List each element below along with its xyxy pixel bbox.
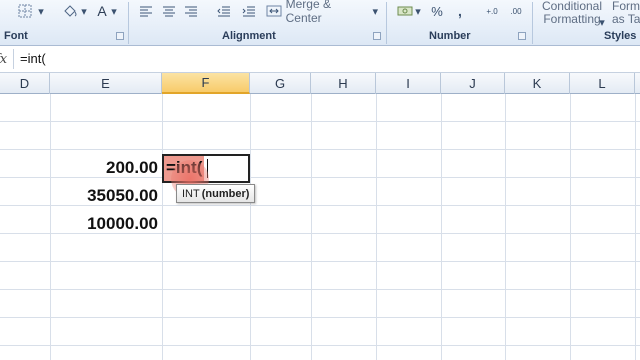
separator — [128, 2, 129, 44]
align-left-icon — [140, 6, 152, 17]
separator — [386, 2, 387, 44]
borders-dropdown-icon[interactable]: ▾ — [37, 3, 45, 19]
column-header-k[interactable]: K — [505, 73, 570, 94]
increase-indent-icon — [242, 6, 255, 17]
increase-indent-button[interactable] — [240, 3, 258, 19]
column-header-g[interactable]: G — [250, 73, 311, 94]
function-argument-tooltip: INT (number) — [176, 184, 256, 203]
column-header-h[interactable]: H — [311, 73, 376, 94]
align-right-icon — [185, 6, 197, 17]
fill-color-dropdown-icon[interactable]: ▾ — [80, 3, 88, 19]
tooltip-argument: (number) — [201, 187, 250, 200]
increase-decimal-button[interactable]: +.0 — [481, 3, 503, 19]
gridline — [376, 94, 377, 360]
align-left-button[interactable] — [137, 3, 155, 19]
number-dialog-launcher[interactable] — [518, 32, 526, 40]
font-dialog-launcher[interactable] — [116, 32, 124, 40]
column-header-j[interactable]: J — [441, 73, 505, 94]
currency-icon — [397, 6, 413, 16]
alignment-group-label: Alignment — [222, 30, 276, 42]
cell-e-35050[interactable]: 35050.00 — [50, 186, 158, 206]
borders-button[interactable] — [14, 3, 36, 19]
comma-style-button[interactable]: , — [455, 3, 465, 19]
cell-e-200[interactable]: 200.00 — [50, 158, 158, 178]
font-group-label: Font — [4, 30, 28, 42]
column-header-row: D E F G H I J K L — [0, 73, 640, 94]
font-color-dropdown-icon[interactable]: ▾ — [110, 3, 118, 19]
number-group-label: Number — [429, 30, 471, 42]
conditional-formatting-dropdown-icon[interactable]: ▾ — [598, 14, 606, 30]
column-header-d[interactable]: D — [0, 73, 50, 94]
decrease-indent-icon — [217, 6, 230, 17]
column-header-i[interactable]: I — [376, 73, 441, 94]
tooltip-function-name[interactable]: INT — [182, 188, 200, 200]
gridline — [441, 94, 442, 360]
decrease-indent-button[interactable] — [215, 3, 233, 19]
formula-input[interactable]: =int( — [20, 51, 46, 66]
cell-e-10000[interactable]: 10000.00 — [50, 214, 158, 234]
column-header-e[interactable]: E — [50, 73, 162, 94]
accounting-dropdown-icon[interactable]: ▾ — [414, 3, 422, 19]
gridline — [311, 94, 312, 360]
separator — [13, 49, 14, 69]
alignment-dialog-launcher[interactable] — [373, 32, 381, 40]
align-center-icon — [163, 6, 175, 17]
column-header-l[interactable]: L — [570, 73, 635, 94]
gridline — [162, 94, 163, 360]
borders-icon — [18, 4, 32, 18]
conditional-formatting-line2: Formatting — [543, 12, 601, 26]
column-header-f[interactable]: F — [162, 73, 250, 94]
formula-bar: fx =int( — [0, 46, 640, 73]
gridline — [250, 94, 251, 360]
conditional-formatting-button[interactable]: Conditional Formatting — [540, 0, 604, 26]
format-as-table-line2: as Tab — [612, 12, 640, 26]
fill-color-button[interactable] — [60, 3, 80, 19]
gridline — [635, 94, 636, 360]
ribbon: ▾ ▾ A ▾ Font Merge & Center ▾ Alignment … — [0, 0, 640, 46]
merge-dropdown-icon[interactable]: ▾ — [372, 5, 378, 18]
gridline — [570, 94, 571, 360]
percent-style-button[interactable]: % — [430, 3, 444, 19]
font-color-button[interactable]: A — [94, 3, 110, 19]
format-as-table-button[interactable]: Form as Tab — [612, 0, 640, 26]
accounting-format-button[interactable] — [396, 3, 414, 19]
merge-center-button[interactable]: Merge & Center ▾ — [266, 0, 378, 25]
merge-cells-icon — [266, 5, 282, 17]
fx-label: fx — [0, 52, 8, 67]
separator — [532, 2, 533, 44]
fill-bucket-icon — [64, 5, 77, 17]
styles-group-label: Styles — [604, 30, 637, 42]
align-center-button[interactable] — [160, 3, 178, 19]
merge-center-label: Merge & Center — [285, 0, 331, 25]
decrease-decimal-button[interactable]: .00 — [506, 3, 526, 19]
gridline — [505, 94, 506, 360]
insert-function-icon[interactable]: fx — [0, 52, 12, 67]
align-right-button[interactable] — [182, 3, 200, 19]
